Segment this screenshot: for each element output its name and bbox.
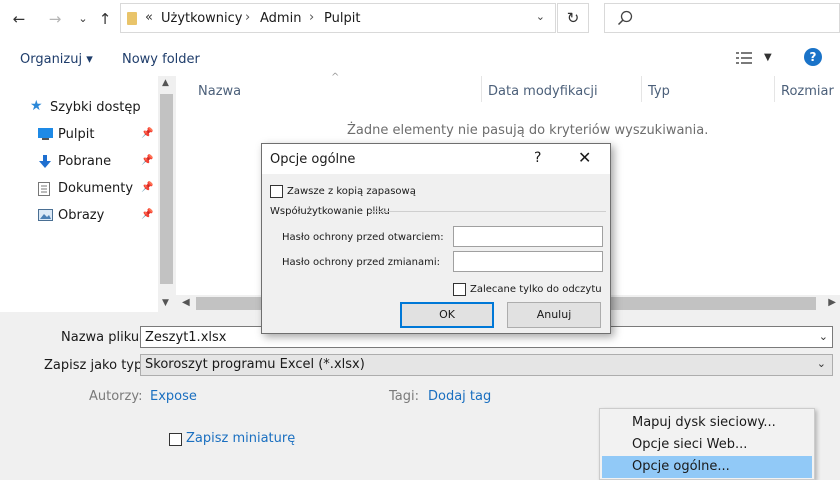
open-password-label: Hasło ochrony przed otwarciem: xyxy=(282,232,444,243)
ok-button[interactable]: OK xyxy=(400,302,494,328)
help-icon[interactable]: ? xyxy=(804,48,822,66)
organize-label: Organizuj xyxy=(20,52,83,67)
forward-arrow-icon[interactable]: → xyxy=(44,8,66,30)
save-thumbnail-checkbox[interactable] xyxy=(169,433,182,446)
sidebar-item-label: Dokumenty xyxy=(58,181,134,196)
sidebar-item-quick-access[interactable]: ★ Szybki dostęp xyxy=(0,96,158,118)
general-options-dialog: Opcje ogólne ? ✕ Zawsze z kopią zapasową… xyxy=(261,143,611,334)
breadcrumb-pulpit[interactable]: Pulpit xyxy=(324,11,360,26)
read-only-checkbox[interactable] xyxy=(453,283,466,296)
breadcrumb-separator-icon[interactable]: › xyxy=(309,10,314,25)
dialog-help-button[interactable]: ? xyxy=(534,150,541,166)
scroll-up-icon[interactable]: ▲ xyxy=(162,78,169,88)
address-row: ← → ⌄ ↑ « Użytkownicy › Admin › Pulpit ⌄… xyxy=(0,0,840,38)
modify-password-label: Hasło ochrony przed zmianami: xyxy=(282,257,441,268)
recent-locations-chevron-icon[interactable]: ⌄ xyxy=(72,8,94,30)
view-dropdown-icon[interactable]: ▼ xyxy=(764,52,772,63)
sidebar-item-pulpit[interactable]: Pulpit 📌 xyxy=(0,123,158,145)
document-icon xyxy=(38,182,50,196)
pictures-icon xyxy=(38,209,53,221)
back-arrow-icon[interactable]: ← xyxy=(8,8,30,30)
chevron-down-icon: ▾ xyxy=(86,52,93,67)
refresh-icon[interactable]: ↻ xyxy=(557,3,589,33)
scroll-down-icon[interactable]: ▼ xyxy=(162,298,169,308)
save-type-select[interactable]: Skoroszyt programu Excel (*.xlsx) ⌄ xyxy=(140,354,833,376)
sidebar-item-pobrane[interactable]: Pobrane 📌 xyxy=(0,150,158,172)
download-icon xyxy=(39,155,51,168)
save-type-value: Skoroszyt programu Excel (*.xlsx) xyxy=(145,357,365,372)
up-arrow-icon[interactable]: ↑ xyxy=(94,8,116,30)
pin-icon[interactable]: 📌 xyxy=(141,182,153,193)
chevron-down-icon: ⌄ xyxy=(816,357,826,370)
pin-icon[interactable]: 📌 xyxy=(141,155,153,166)
pin-icon[interactable]: 📌 xyxy=(141,128,153,139)
sort-caret-icon: ^ xyxy=(331,72,340,83)
navigation-pane: ★ Szybki dostęp Pulpit 📌 Pobrane 📌 Dokum… xyxy=(0,76,176,312)
dialog-title-bar: Opcje ogólne ? ✕ xyxy=(262,144,610,174)
cancel-button[interactable]: Anuluj xyxy=(507,302,601,328)
breadcrumb-admin[interactable]: Admin xyxy=(260,11,301,26)
filename-dropdown-icon[interactable]: ⌄ xyxy=(819,330,828,343)
menu-item-map-network-drive[interactable]: Mapuj dysk sieciowy... xyxy=(602,412,812,434)
search-icon xyxy=(617,10,633,26)
scroll-left-icon[interactable]: ◀ xyxy=(182,297,190,308)
open-password-input[interactable] xyxy=(453,226,603,247)
tags-label: Tagi: xyxy=(389,389,419,404)
authors-value[interactable]: Expose xyxy=(150,389,197,404)
column-header-size[interactable]: Rozmiar xyxy=(781,84,834,99)
navigation-scrollbar[interactable]: ▲ ▼ xyxy=(158,76,176,312)
scrollbar-thumb[interactable] xyxy=(160,94,173,284)
sidebar-item-dokumenty[interactable]: Dokumenty 📌 xyxy=(0,177,158,199)
address-dropdown-icon[interactable]: ⌄ xyxy=(536,10,545,23)
folder-icon xyxy=(127,12,137,25)
filename-label: Nazwa pliku: xyxy=(61,330,144,345)
sidebar-item-obrazy[interactable]: Obrazy 📌 xyxy=(0,204,158,226)
view-options-icon[interactable] xyxy=(736,52,752,64)
backup-checkbox[interactable] xyxy=(270,185,283,198)
menu-item-general-options[interactable]: Opcje ogólne... xyxy=(602,456,812,478)
sidebar-item-label: Szybki dostęp xyxy=(50,100,141,115)
column-header-type[interactable]: Typ xyxy=(648,84,670,99)
save-thumbnail-label[interactable]: Zapisz miniaturę xyxy=(186,431,295,446)
tools-context-menu: Mapuj dysk sieciowy... Opcje sieci Web..… xyxy=(599,408,815,480)
authors-label: Autorzy: xyxy=(89,389,143,404)
dialog-title: Opcje ogólne xyxy=(270,152,356,167)
new-folder-button[interactable]: Nowy folder xyxy=(122,52,200,67)
command-bar: Organizuj ▾ Nowy folder xyxy=(0,44,840,74)
breadcrumb-separator-icon[interactable]: › xyxy=(245,10,250,25)
scroll-right-icon[interactable]: ▶ xyxy=(828,297,836,308)
column-divider[interactable] xyxy=(481,76,482,102)
address-overflow-icon[interactable]: « xyxy=(145,10,153,25)
empty-list-message: Żadne elementy nie pasują do kryteriów w… xyxy=(347,123,709,138)
add-tag-link[interactable]: Dodaj tag xyxy=(428,389,491,404)
modify-password-input[interactable] xyxy=(453,251,603,272)
address-bar[interactable]: « Użytkownicy › Admin › Pulpit ⌄ xyxy=(120,3,556,33)
menu-item-web-options[interactable]: Opcje sieci Web... xyxy=(602,434,812,456)
breadcrumb-uzytkownicy[interactable]: Użytkownicy xyxy=(161,11,242,26)
column-header-date[interactable]: Data modyfikacji xyxy=(488,84,598,99)
group-divider xyxy=(370,211,606,212)
desktop-icon xyxy=(38,128,53,140)
star-icon: ★ xyxy=(30,98,43,114)
read-only-label[interactable]: Zalecane tylko do odczytu xyxy=(470,284,602,295)
organize-button[interactable]: Organizuj ▾ xyxy=(20,52,93,67)
column-divider[interactable] xyxy=(641,76,642,102)
sidebar-item-label: Pulpit xyxy=(58,127,95,142)
sidebar-item-label: Pobrane xyxy=(58,154,112,169)
close-icon[interactable]: ✕ xyxy=(578,148,591,167)
pin-icon[interactable]: 📌 xyxy=(141,209,153,220)
backup-label[interactable]: Zawsze z kopią zapasową xyxy=(287,186,416,197)
column-header-name[interactable]: Nazwa xyxy=(198,84,241,99)
save-type-label: Zapisz jako typ: xyxy=(44,358,147,373)
sidebar-item-label: Obrazy xyxy=(58,208,105,223)
search-input[interactable] xyxy=(604,3,840,33)
column-divider[interactable] xyxy=(774,76,775,102)
